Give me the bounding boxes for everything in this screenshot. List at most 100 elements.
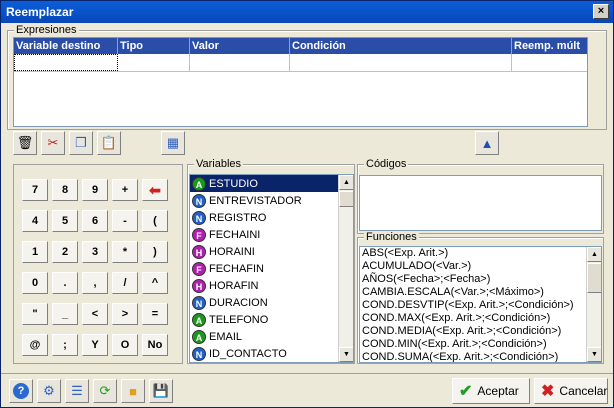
- scroll-up-button[interactable]: ▲: [339, 175, 353, 190]
- list-item[interactable]: H HORAINI: [190, 243, 353, 260]
- refresh-icon: ⟳: [99, 383, 111, 398]
- accept-label: Aceptar: [477, 384, 519, 398]
- scroll-thumb[interactable]: [587, 263, 601, 293]
- keypad-key[interactable]: (: [142, 210, 168, 232]
- cancel-button[interactable]: ✖ Cancelar: [534, 378, 608, 404]
- list-item[interactable]: F FECHAFIN: [190, 260, 353, 277]
- list-item[interactable]: AÑOS(<Fecha>;<Fecha>): [360, 273, 601, 286]
- scroll-down-button[interactable]: ▼: [339, 347, 353, 362]
- col-reemp-mult[interactable]: Reemp. múlt: [512, 38, 587, 54]
- keypad-key[interactable]: 6: [82, 210, 108, 232]
- delete-button[interactable]: 🗑: [13, 131, 37, 155]
- open-button[interactable]: ■: [121, 379, 145, 403]
- keypad-key[interactable]: /: [112, 272, 138, 294]
- help-button[interactable]: ?: [9, 379, 33, 403]
- cross-icon: ✖: [541, 383, 555, 400]
- list-item[interactable]: N DURACION: [190, 294, 353, 311]
- paste-button[interactable]: 📋: [97, 131, 121, 155]
- list-item[interactable]: ABS(<Exp. Arit.>): [360, 247, 601, 260]
- list-item[interactable]: H HORAFIN: [190, 277, 353, 294]
- variables-list[interactable]: A ESTUDIO N ENTREVISTADOR N REGISTRO F FECHAINI…: [189, 174, 354, 363]
- keypad-key[interactable]: .: [52, 272, 78, 294]
- keypad-key[interactable]: 8: [52, 179, 78, 201]
- list-item[interactable]: A EMAIL: [190, 328, 353, 345]
- keypad-key[interactable]: @: [22, 334, 48, 356]
- keypad-key[interactable]: ^: [142, 272, 168, 294]
- keypad-key[interactable]: 3: [82, 241, 108, 263]
- keypad-key[interactable]: ,: [82, 272, 108, 294]
- keypad-key[interactable]: 2: [52, 241, 78, 263]
- refresh-button[interactable]: ⟳: [93, 379, 117, 403]
- keypad-key[interactable]: 1: [22, 241, 48, 263]
- list-item[interactable]: CAMBIA.ESCALA(<Var.>;<Máximo>): [360, 286, 601, 299]
- keypad-key[interactable]: ): [142, 241, 168, 263]
- close-button[interactable]: ×: [593, 4, 609, 19]
- table-row[interactable]: [14, 54, 587, 72]
- scroll-down-button[interactable]: ▼: [587, 347, 601, 362]
- list-item[interactable]: A ESTUDIO: [190, 175, 353, 192]
- keypad-key[interactable]: ": [22, 303, 48, 325]
- list-item[interactable]: COND.MAX(<Exp. Arit.>;<Condición>): [360, 312, 601, 325]
- save-button[interactable]: 💾: [149, 379, 173, 403]
- keypad-key[interactable]: *: [112, 241, 138, 263]
- grid-options-button[interactable]: ▦: [161, 131, 185, 155]
- keypad-key[interactable]: O: [112, 334, 138, 356]
- cancel-label: Cancelar: [559, 384, 608, 398]
- grid-cell-condicion[interactable]: [290, 54, 512, 71]
- grid-cell-valor[interactable]: [190, 54, 290, 71]
- keypad-key[interactable]: ⬅: [142, 179, 168, 201]
- list-item[interactable]: COND.MEDIA(<Exp. Arit.>;<Condición>): [360, 325, 601, 338]
- list-item[interactable]: F FECHAINI: [190, 226, 353, 243]
- grid-cell-reemp-mult[interactable]: [512, 54, 587, 71]
- folder-icon: ■: [129, 383, 137, 399]
- list-item[interactable]: COND.MIN(<Exp. Arit.>;<Condición>): [360, 338, 601, 351]
- settings-button[interactable]: ⚙: [37, 379, 61, 403]
- col-tipo[interactable]: Tipo: [118, 38, 190, 54]
- trash-icon: 🗑: [16, 135, 34, 150]
- variable-type-icon: F: [192, 227, 206, 242]
- funciones-list[interactable]: ABS(<Exp. Arit.>) ACUMULADO(<Var.>) AÑOS(<…: [359, 246, 602, 363]
- variable-name: DURACION: [209, 296, 268, 309]
- copy-button[interactable]: ❐: [69, 131, 93, 155]
- keypad-key[interactable]: =: [142, 303, 168, 325]
- list-item[interactable]: COND.SUMA(<Exp. Arit.>;<Condición>): [360, 351, 601, 362]
- keypad-key[interactable]: No: [142, 334, 168, 356]
- funciones-scrollbar[interactable]: ▲ ▼: [586, 247, 601, 362]
- keypad-key[interactable]: _: [52, 303, 78, 325]
- col-variable-destino[interactable]: Variable destino: [14, 38, 118, 54]
- scroll-up-button[interactable]: ▲: [587, 247, 601, 262]
- keypad-key[interactable]: 4: [22, 210, 48, 232]
- keypad-key[interactable]: ;: [52, 334, 78, 356]
- list-item[interactable]: COND.DESVTIP(<Exp. Arit.>;<Condición>): [360, 299, 601, 312]
- col-condicion[interactable]: Condición: [290, 38, 512, 54]
- keypad-key[interactable]: >: [112, 303, 138, 325]
- expressions-grid[interactable]: Variable destino Tipo Valor Condición Re…: [13, 37, 588, 127]
- keypad-key[interactable]: 7: [22, 179, 48, 201]
- variable-type-icon: N: [192, 295, 206, 310]
- col-valor[interactable]: Valor: [190, 38, 290, 54]
- triangle-up-icon: ▲: [480, 135, 494, 151]
- variables-scrollbar[interactable]: ▲ ▼: [338, 175, 353, 362]
- keypad-key[interactable]: 0: [22, 272, 48, 294]
- move-up-button[interactable]: ▲: [475, 131, 499, 155]
- list-item[interactable]: N REGISTRO: [190, 209, 353, 226]
- cut-button[interactable]: ✂: [41, 131, 65, 155]
- list-item[interactable]: ACUMULADO(<Var.>): [360, 260, 601, 273]
- keypad-key[interactable]: +: [112, 179, 138, 201]
- replace-dialog: Reemplazar × Expresiones Variable destin…: [0, 0, 614, 408]
- list-item[interactable]: A TELEFONO: [190, 311, 353, 328]
- keypad-key[interactable]: -: [112, 210, 138, 232]
- grid-cell-variable-destino[interactable]: [14, 54, 118, 71]
- keypad-key[interactable]: 5: [52, 210, 78, 232]
- list-item[interactable]: N ENTREVISTADOR: [190, 192, 353, 209]
- keypad-key[interactable]: Y: [82, 334, 108, 356]
- variable-type-icon: A: [192, 329, 206, 344]
- list-button[interactable]: ☰: [65, 379, 89, 403]
- scroll-thumb[interactable]: [339, 191, 353, 207]
- codigos-list[interactable]: [359, 175, 602, 231]
- grid-cell-tipo[interactable]: [118, 54, 190, 71]
- keypad-key[interactable]: 9: [82, 179, 108, 201]
- keypad-key[interactable]: <: [82, 303, 108, 325]
- accept-button[interactable]: ✔ Aceptar: [452, 378, 530, 404]
- list-item[interactable]: N ID_CONTACTO: [190, 345, 353, 362]
